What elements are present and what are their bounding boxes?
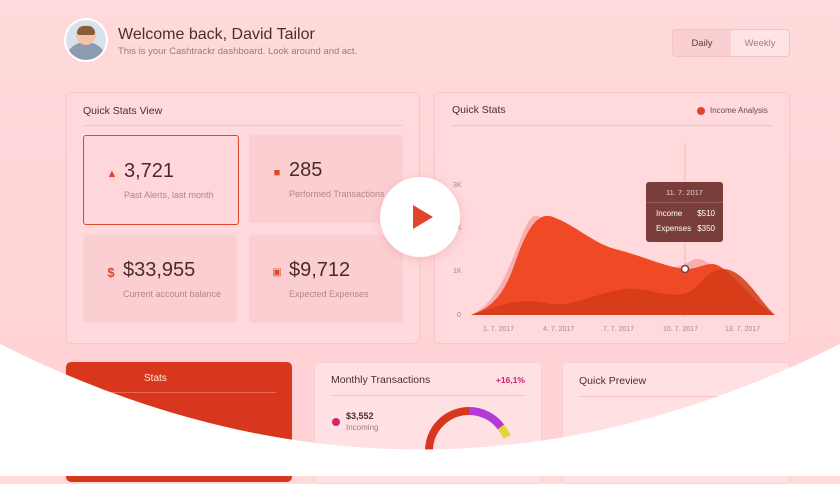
stat-card-expenses[interactable]: ▣ $9,712 Expected Expenses <box>249 235 403 323</box>
quick-stats-chart-panel: Quick Stats Income Analysis 3K 2K 1K 0 1… <box>434 92 790 344</box>
x-axis-labels: 1. 7. 2017 4. 7. 2017 7. 7. 2017 10. 7. … <box>483 326 760 333</box>
divider <box>83 125 403 126</box>
stat-value: 3,721 <box>124 160 175 182</box>
x-tick-label: 10. 7. 2017 <box>663 326 698 333</box>
page-title: Welcome back, David Tailor <box>118 26 315 43</box>
banknote-icon: ▣ <box>272 267 282 278</box>
bell-icon: ▲ <box>106 168 118 180</box>
toggle-weekly[interactable]: Weekly <box>731 30 789 56</box>
chart-tooltip: 11. 7. 2017 Income $510 Expenses $350 <box>646 182 723 242</box>
data-point <box>680 264 690 274</box>
divider <box>646 202 723 203</box>
tooltip-income-value: $510 <box>697 209 715 218</box>
quick-stats-view-title: Quick Stats View <box>83 105 163 117</box>
stat-value: $33,955 <box>123 259 196 281</box>
stat-value: 285 <box>289 159 323 181</box>
y-tick-label: 3K <box>453 182 462 189</box>
stat-card-alerts[interactable]: ▲ 3,721 Past Alerts, last month <box>83 135 239 225</box>
tooltip-income-label: Income <box>656 209 683 218</box>
page-subtitle: This is your Cashtrackr dashboard. Look … <box>118 46 358 57</box>
x-tick-label: 7. 7. 2017 <box>603 326 634 333</box>
play-button[interactable] <box>380 177 460 257</box>
tooltip-expenses-label: Expenses <box>656 224 692 233</box>
x-tick-label: 4. 7. 2017 <box>543 326 574 333</box>
play-icon <box>413 205 433 229</box>
stat-caption: Current account balance <box>123 289 222 299</box>
period-toggle: Daily Weekly <box>672 29 790 57</box>
x-tick-label: 13. 7. 2017 <box>725 326 760 333</box>
y-tick-label: 0 <box>457 312 461 319</box>
avatar[interactable] <box>66 20 106 60</box>
toggle-daily[interactable]: Daily <box>673 30 731 56</box>
tooltip-date: 11. 7. 2017 <box>666 188 703 197</box>
stat-value: $9,712 <box>289 259 351 281</box>
stat-card-balance[interactable]: $ $33,955 Current account balance <box>83 235 237 323</box>
quick-stats-view-panel: Quick Stats View ▲ 3,721 Past Alerts, la… <box>66 92 420 344</box>
stat-caption: Performed Transactions <box>289 189 385 199</box>
stat-caption: Expected Expenses <box>289 289 369 299</box>
income-area-chart[interactable]: 3K 2K 1K 0 1. 7. 2017 4. 7. 2017 7. 7. 2… <box>435 93 789 343</box>
y-tick-label: 1K <box>453 268 462 275</box>
decorative-wave <box>0 344 840 476</box>
dollar-icon: $ <box>107 265 115 280</box>
tooltip-expenses-value: $350 <box>697 224 715 233</box>
stat-caption: Past Alerts, last month <box>124 190 214 200</box>
briefcase-icon: ■ <box>273 167 281 179</box>
x-tick-label: 1. 7. 2017 <box>483 326 514 333</box>
